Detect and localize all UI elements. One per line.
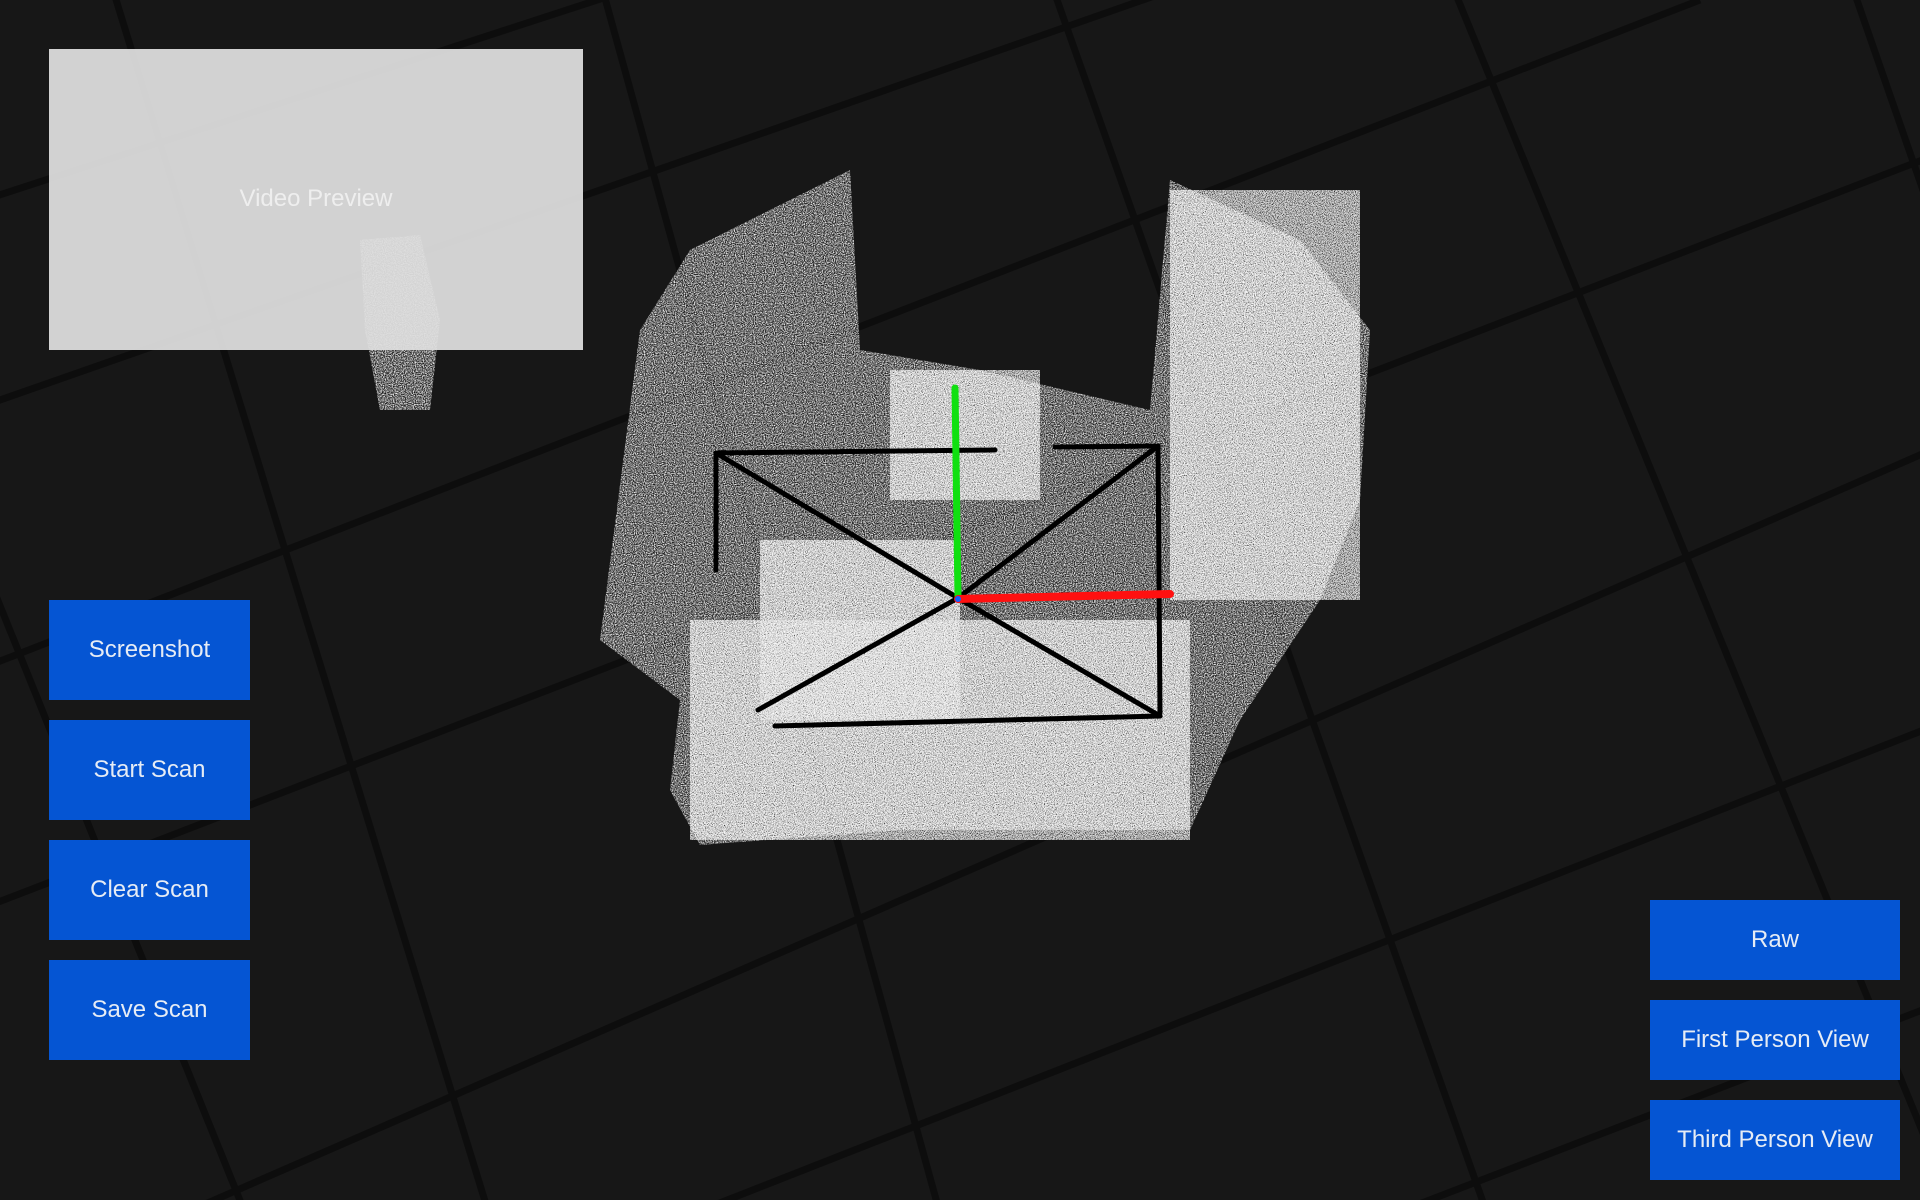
video-preview-label: Video Preview [239,185,393,212]
screenshot-button[interactable]: Screenshot [49,600,250,700]
start-scan-button[interactable]: Start Scan [49,720,250,820]
save-scan-button[interactable]: Save Scan [49,960,250,1060]
first-person-view-button[interactable]: First Person View [1650,1000,1900,1080]
clear-scan-button[interactable]: Clear Scan [49,840,250,940]
raw-view-button[interactable]: Raw [1650,900,1900,980]
3d-viewport[interactable]: Video Preview Screenshot Start Scan Clea… [0,0,1920,1200]
video-preview-panel: Video Preview [49,49,583,350]
third-person-view-button[interactable]: Third Person View [1650,1100,1900,1180]
